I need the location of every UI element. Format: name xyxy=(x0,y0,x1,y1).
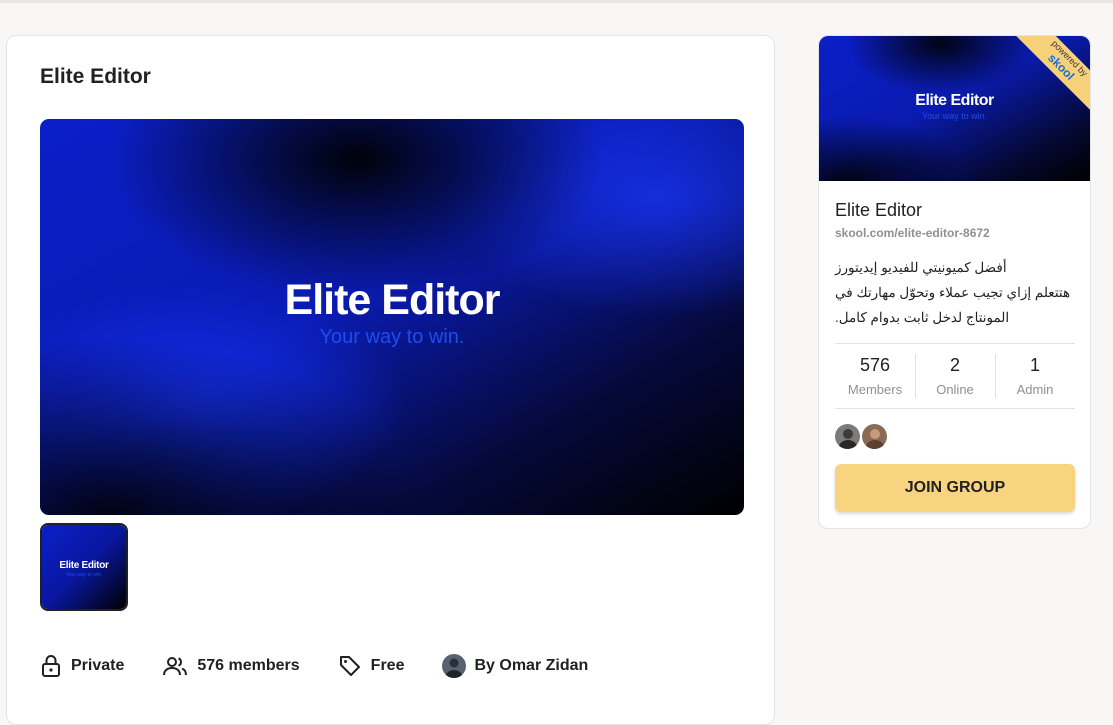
price-label: Free xyxy=(370,657,405,674)
tag-icon xyxy=(339,656,360,676)
banner-tagline: Your way to win. xyxy=(921,111,988,121)
group-url: skool.com/elite-editor-8672 xyxy=(835,226,990,240)
member-avatars xyxy=(835,424,889,449)
group-stats: 576 Members 2 Online 1 Admin xyxy=(835,343,1075,409)
stat-admin[interactable]: 1 Admin xyxy=(995,344,1075,408)
users-icon xyxy=(163,657,188,676)
banner-title: Elite Editor xyxy=(915,92,994,109)
thumbnail-title: Elite Editor xyxy=(59,560,109,571)
avatar-image xyxy=(835,424,860,449)
privacy-label: Private xyxy=(71,657,125,674)
owner-label: By Omar Zidan xyxy=(474,657,589,674)
lock-icon xyxy=(42,655,60,677)
members-label: 576 members xyxy=(197,657,300,674)
avatar-image xyxy=(862,424,887,449)
join-group-button[interactable]: JOIN GROUP xyxy=(835,464,1075,512)
about-card: Elite Editor Elite Editor Your way to wi… xyxy=(6,35,775,725)
hero-image: Elite Editor Your way to win. xyxy=(40,119,744,515)
owner-avatar-image xyxy=(442,654,467,678)
stat-online[interactable]: 2 Online xyxy=(915,344,995,408)
page-title: Elite Editor xyxy=(40,65,151,88)
stat-label: Online xyxy=(936,382,974,397)
group-banner: Elite Editor Your way to win. powered by… xyxy=(819,36,1090,181)
avatar[interactable] xyxy=(835,424,860,449)
members-info: 576 members xyxy=(162,655,300,677)
hero-tagline: Your way to win. xyxy=(319,326,465,348)
stat-label: Members xyxy=(847,382,903,397)
top-divider xyxy=(0,0,1113,3)
owner-info[interactable]: By Omar Zidan xyxy=(442,654,588,678)
stat-value: 576 xyxy=(859,355,891,375)
thumbnail-tagline: Your way to win. xyxy=(65,572,103,578)
stat-value: 2 xyxy=(949,355,960,375)
group-name: Elite Editor xyxy=(835,200,923,220)
stat-members[interactable]: 576 Members xyxy=(835,344,915,408)
hero-title: Elite Editor xyxy=(284,276,501,324)
avatar[interactable] xyxy=(862,424,887,449)
group-sidebar-card: Elite Editor Your way to win. powered by… xyxy=(818,35,1091,529)
media-thumbnail[interactable]: Elite Editor Your way to win. xyxy=(40,523,128,611)
stat-label: Admin xyxy=(1016,382,1054,397)
group-description: أفضل كميونيتي للفيديو إيديتورز هتتعلم إز… xyxy=(835,260,1071,325)
group-meta: Private 576 members Free By Omar Zidan xyxy=(40,653,626,679)
stat-value: 1 xyxy=(1029,355,1040,375)
price-info: Free xyxy=(338,654,405,678)
privacy-info: Private xyxy=(40,654,124,678)
owner-avatar[interactable] xyxy=(442,654,467,678)
